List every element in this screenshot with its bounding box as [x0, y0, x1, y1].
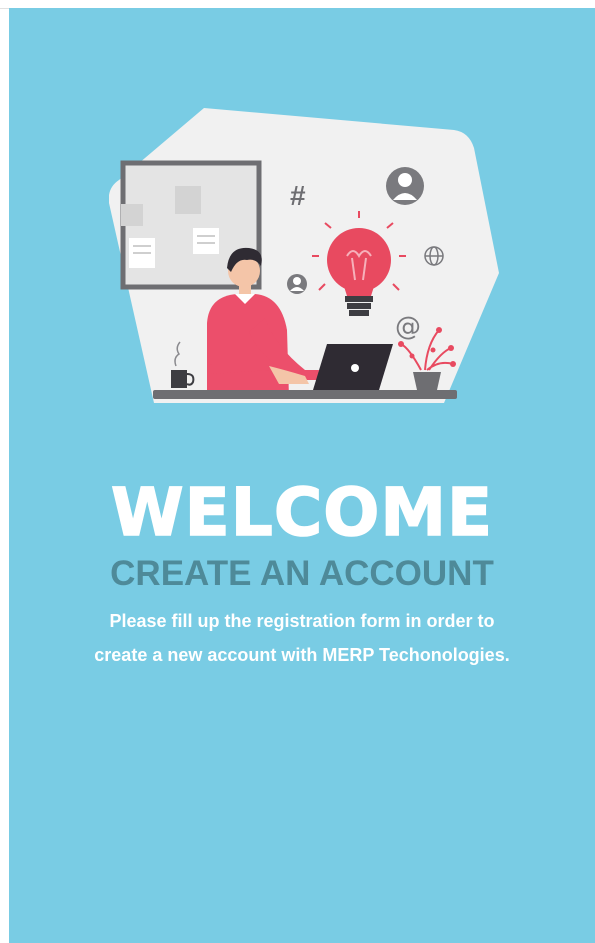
small-user-icon [287, 274, 307, 294]
desk-surface [153, 390, 457, 399]
welcome-panel: # @ WELCOME CREATE AN ACCOUNT Please fil… [9, 8, 595, 943]
registration-description: Please fill up the registration form in … [94, 611, 510, 665]
user-avatar-icon [386, 167, 424, 205]
welcome-heading: WELCOME [110, 473, 494, 552]
note-icon [121, 204, 143, 226]
note-icon [175, 186, 201, 214]
create-account-subheading: CREATE AN ACCOUNT [110, 554, 494, 593]
note-icon [193, 228, 219, 254]
hash-icon: # [290, 180, 306, 211]
welcome-illustration: # @ [109, 108, 499, 403]
at-icon: @ [395, 312, 421, 342]
